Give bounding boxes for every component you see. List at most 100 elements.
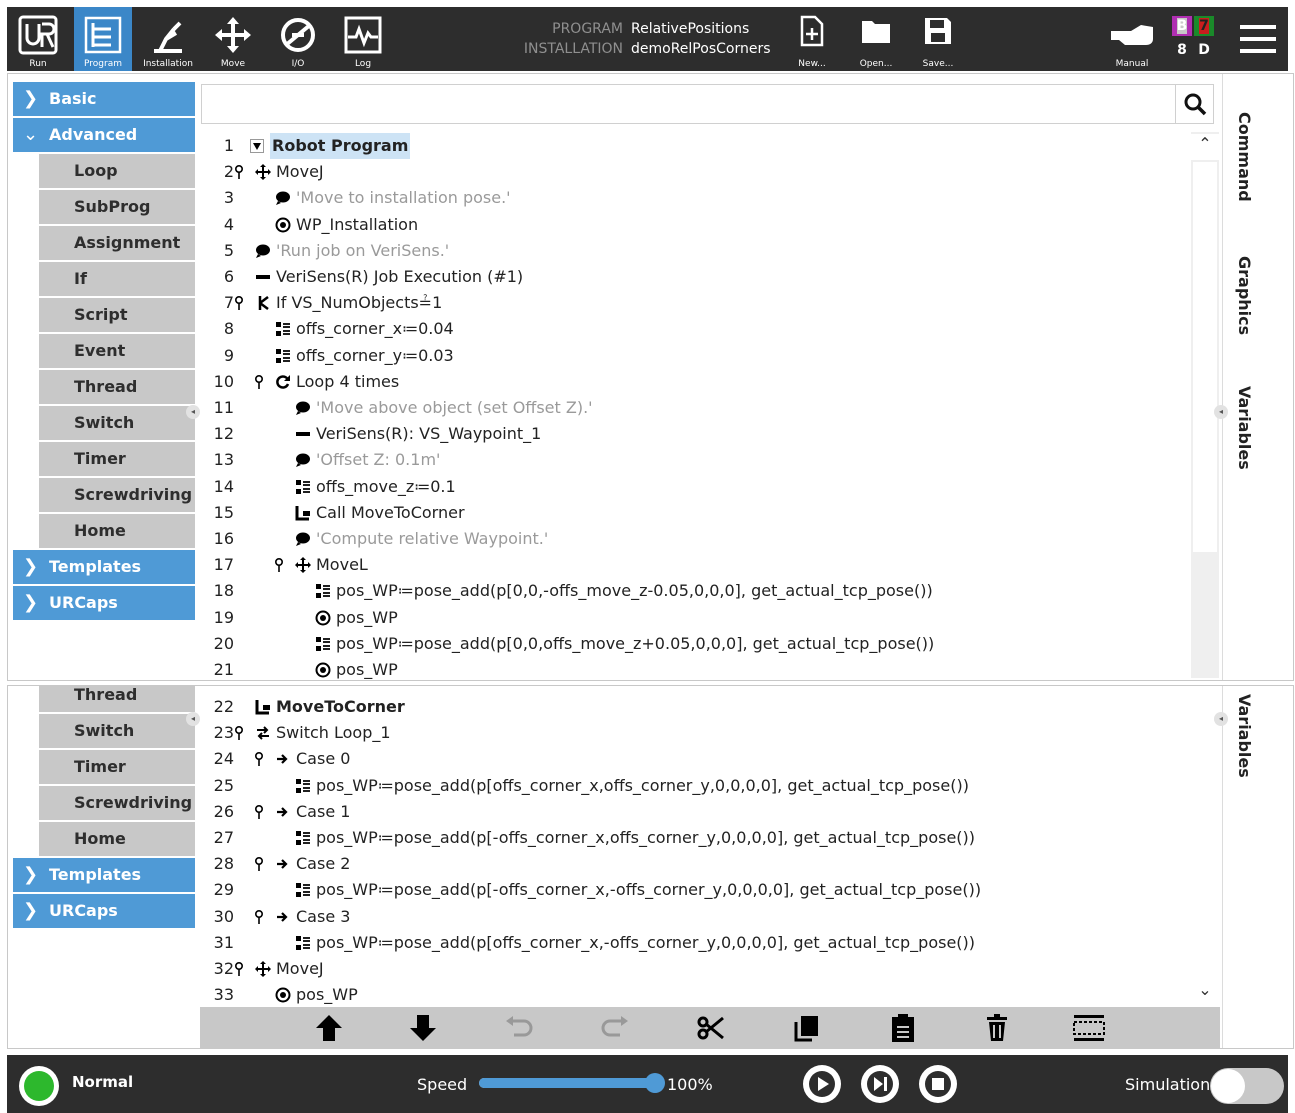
program-node[interactable]: WP_Installation [274, 212, 418, 238]
program-node[interactable]: pos_WP≔pose_add(p[offs_corner_x,-offs_co… [294, 930, 975, 956]
program-node[interactable]: pos_WP≔pose_add(p[-offs_corner_x,-offs_c… [294, 877, 981, 903]
tab-graphics[interactable]: Graphics [1235, 256, 1254, 335]
program-line[interactable]: 8 offs_corner_x≔0.04 [208, 316, 1198, 342]
program-line[interactable]: 12 VeriSens(R): VS_Waypoint_1 [208, 421, 1198, 447]
step-button[interactable] [861, 1065, 899, 1103]
program-node[interactable]: offs_corner_y≔0.03 [274, 343, 454, 369]
tab-variables[interactable]: Variables [1235, 386, 1254, 470]
simulation-toggle[interactable] [1210, 1068, 1284, 1104]
save-button[interactable]: Save... [913, 7, 963, 71]
program-node[interactable]: Case 2 [274, 851, 350, 877]
program-node[interactable]: Case 0 [274, 746, 350, 772]
category-urcaps-bottom[interactable]: ❯ URCaps [13, 894, 195, 928]
sidebar-item-loop[interactable]: Loop [39, 154, 195, 188]
program-line[interactable]: 29 pos_WP≔pose_add(p[-offs_corner_x,-offs… [208, 877, 1198, 903]
program-line[interactable]: 20 pos_WP≔pose_add(p[0,0,offs_move_z+0.05… [208, 631, 1198, 657]
program-line[interactable]: 32 MoveJ [208, 956, 1198, 982]
log-tab[interactable]: Log [334, 7, 392, 71]
program-line[interactable]: 22 MoveToCorner [208, 694, 1198, 720]
program-node[interactable]: pos_WP≔pose_add(p[0,0,-offs_move_z-0.05,… [314, 578, 933, 604]
program-node[interactable]: 'Run job on VeriSens.' [254, 238, 449, 264]
sidebar-item-home-bottom[interactable]: Home [39, 822, 195, 856]
program-line[interactable]: 23 Switch Loop_1 [208, 720, 1198, 746]
speed-slider[interactable] [479, 1073, 665, 1093]
sidebar-item-timer-bottom[interactable]: Timer [39, 750, 195, 784]
program-node[interactable]: 'Move above object (set Offset Z).' [294, 395, 593, 421]
program-node[interactable]: pos_WP [274, 982, 358, 1008]
scrollbar-bottom[interactable]: ⌄ [1191, 686, 1219, 1006]
program-line[interactable]: 24 Case 0 [208, 746, 1198, 772]
program-node[interactable]: Robot Program [248, 133, 411, 159]
program-node[interactable]: 'Compute relative Waypoint.' [294, 526, 548, 552]
suppress-button[interactable] [1066, 1007, 1112, 1049]
copy-button[interactable] [784, 1007, 830, 1049]
cut-button[interactable] [688, 1007, 734, 1049]
program-line[interactable]: 4 WP_Installation [208, 212, 1198, 238]
program-line[interactable]: 9 offs_corner_y≔0.03 [208, 343, 1198, 369]
category-templates[interactable]: ❯ Templates [13, 550, 195, 584]
program-line[interactable]: 21 pos_WP [208, 657, 1198, 680]
program-node[interactable]: Switch Loop_1 [254, 720, 391, 746]
program-line[interactable]: 26 Case 1 [208, 799, 1198, 825]
program-node[interactable]: MoveToCorner [254, 694, 405, 720]
program-node[interactable]: offs_corner_x≔0.04 [274, 316, 454, 342]
program-node[interactable]: pos_WP≔pose_add(p[-offs_corner_x,offs_co… [294, 825, 975, 851]
program-line[interactable]: 14 offs_move_z≔0.1 [208, 474, 1198, 500]
scroll-down-arrow[interactable]: ⌄ [1191, 980, 1219, 1006]
program-node[interactable]: VeriSens(R) Job Execution (#1) [254, 264, 523, 290]
program-line[interactable]: 28 Case 2 [208, 851, 1198, 877]
category-advanced[interactable]: ⌄ Advanced [13, 118, 195, 152]
program-line[interactable]: 7 If VS_NumObjects≟1 [208, 290, 1198, 316]
program-node[interactable]: pos_WP [314, 605, 398, 631]
sidebar-item-event[interactable]: Event [39, 334, 195, 368]
program-line[interactable]: 6 VeriSens(R) Job Execution (#1) [208, 264, 1198, 290]
program-node[interactable]: MoveJ [254, 159, 324, 185]
program-line[interactable]: 2 MoveJ [208, 159, 1198, 185]
program-line[interactable]: 16 'Compute relative Waypoint.' [208, 526, 1198, 552]
program-line[interactable]: 15 Call MoveToCorner [208, 500, 1198, 526]
sidebar-item-assignment[interactable]: Assignment [39, 226, 195, 260]
program-node[interactable]: MoveL [294, 552, 368, 578]
installation-tab[interactable]: Installation [137, 7, 199, 71]
program-line[interactable]: 17 MoveL [208, 552, 1198, 578]
speed-slider-knob[interactable] [645, 1073, 665, 1093]
program-line[interactable]: 3 'Move to installation pose.' [208, 185, 1198, 211]
program-node[interactable]: offs_move_z≔0.1 [294, 474, 456, 500]
category-basic[interactable]: ❯ Basic [13, 82, 195, 116]
sidebar-item-thread-bottom[interactable]: Thread [39, 686, 195, 712]
sidebar-collapse-handle[interactable]: ◂ [186, 405, 200, 419]
category-templates-bottom[interactable]: ❯ Templates [13, 858, 195, 892]
program-node[interactable]: MoveJ [254, 956, 324, 982]
status-indicator[interactable] [19, 1066, 59, 1106]
play-button[interactable] [803, 1065, 841, 1103]
program-node[interactable]: 'Move to installation pose.' [274, 185, 511, 211]
paste-button[interactable] [880, 1007, 926, 1049]
scroll-up-arrow[interactable]: ⌃ [1191, 134, 1219, 160]
sidebar-item-timer[interactable]: Timer [39, 442, 195, 476]
stop-button[interactable] [919, 1065, 957, 1103]
sidebar-item-screwdriving[interactable]: Screwdriving [39, 478, 195, 512]
move-tab[interactable]: Move [204, 7, 262, 71]
sidebar-item-thread[interactable]: Thread [39, 370, 195, 404]
right-pane-handle-bottom[interactable]: ◂ [1214, 712, 1228, 726]
category-urcaps[interactable]: ❯ URCaps [13, 586, 195, 620]
right-pane-handle[interactable]: ◂ [1214, 405, 1228, 419]
open-button[interactable]: Open... [851, 7, 901, 71]
sidebar-item-subprog[interactable]: SubProg [39, 190, 195, 224]
undo-button[interactable] [496, 1007, 542, 1049]
program-line[interactable]: 11 'Move above object (set Offset Z).' [208, 395, 1198, 421]
sidebar-item-script[interactable]: Script [39, 298, 195, 332]
scroll-thumb[interactable] [1193, 162, 1217, 552]
program-node[interactable]: pos_WP≔pose_add(p[offs_corner_x,offs_cor… [294, 773, 969, 799]
program-tab[interactable]: Program [74, 7, 132, 71]
program-node[interactable]: VeriSens(R): VS_Waypoint_1 [294, 421, 541, 447]
search-button[interactable] [1175, 85, 1213, 123]
new-button[interactable]: New... [787, 7, 837, 71]
sidebar-item-screwdriving-bottom[interactable]: Screwdriving [39, 786, 195, 820]
sidebar-item-switch-bottom[interactable]: Switch [39, 714, 195, 748]
program-line[interactable]: 25 pos_WP≔pose_add(p[offs_corner_x,offs_c… [208, 773, 1198, 799]
sidebar-item-if[interactable]: If [39, 262, 195, 296]
move-up-button[interactable] [306, 1007, 352, 1049]
move-down-button[interactable] [400, 1007, 446, 1049]
run-button[interactable]: Run [7, 7, 69, 71]
